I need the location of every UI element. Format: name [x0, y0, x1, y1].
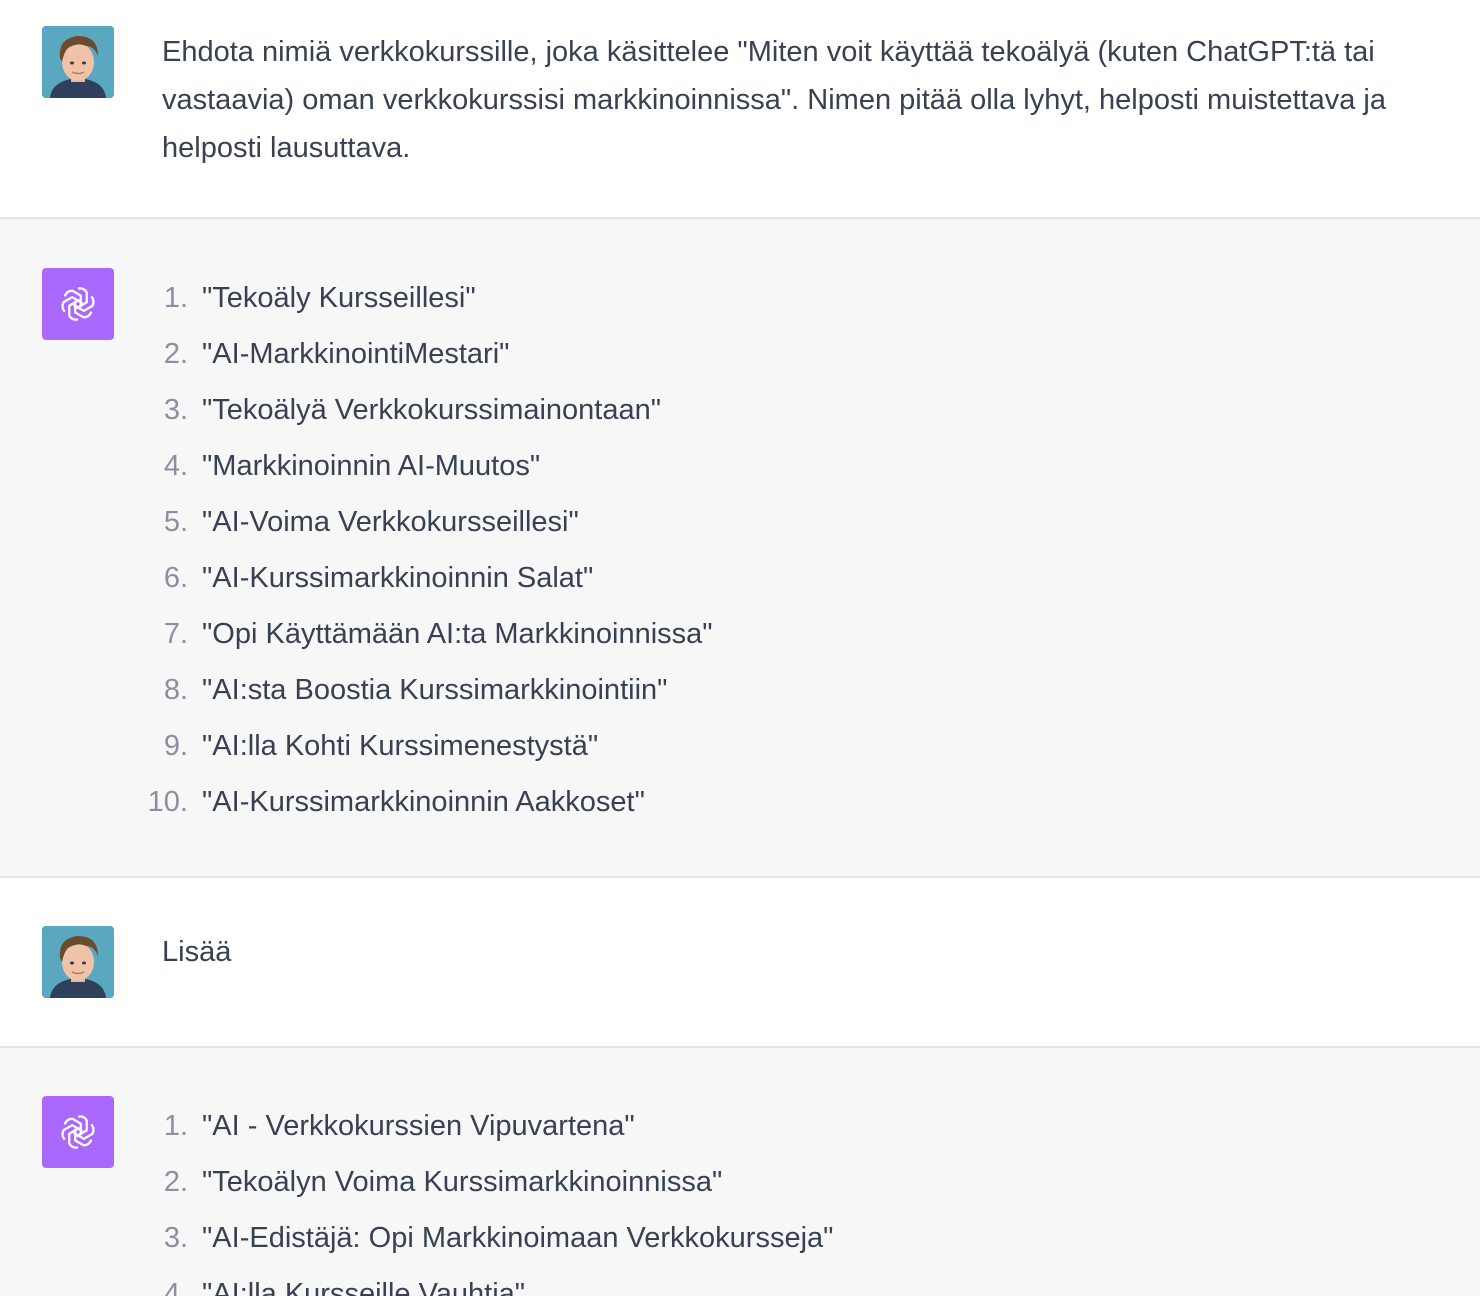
openai-logo-icon — [61, 287, 95, 321]
user-message-text: Ehdota nimiä verkkokurssille, joka käsit… — [162, 36, 1386, 164]
user-avatar — [42, 926, 114, 998]
user-avatar — [42, 26, 114, 98]
chatgpt-avatar — [42, 268, 114, 340]
user-message-1: Ehdota nimiä verkkokurssille, joka käsit… — [0, 0, 1480, 218]
chatgpt-avatar — [42, 1096, 114, 1168]
user-message-2: Lisää — [0, 878, 1480, 1046]
openai-logo-icon — [61, 1115, 95, 1149]
user-message-text: Lisää — [162, 936, 232, 968]
assistant-message-2: 1. "AI - Verkkokurssien Vipuvartena" 2. "T… — [0, 1048, 1480, 1296]
assistant-message-1: 1. "Tekoäly Kursseillesi" 2. "AI-Markkinoi… — [0, 219, 1480, 876]
